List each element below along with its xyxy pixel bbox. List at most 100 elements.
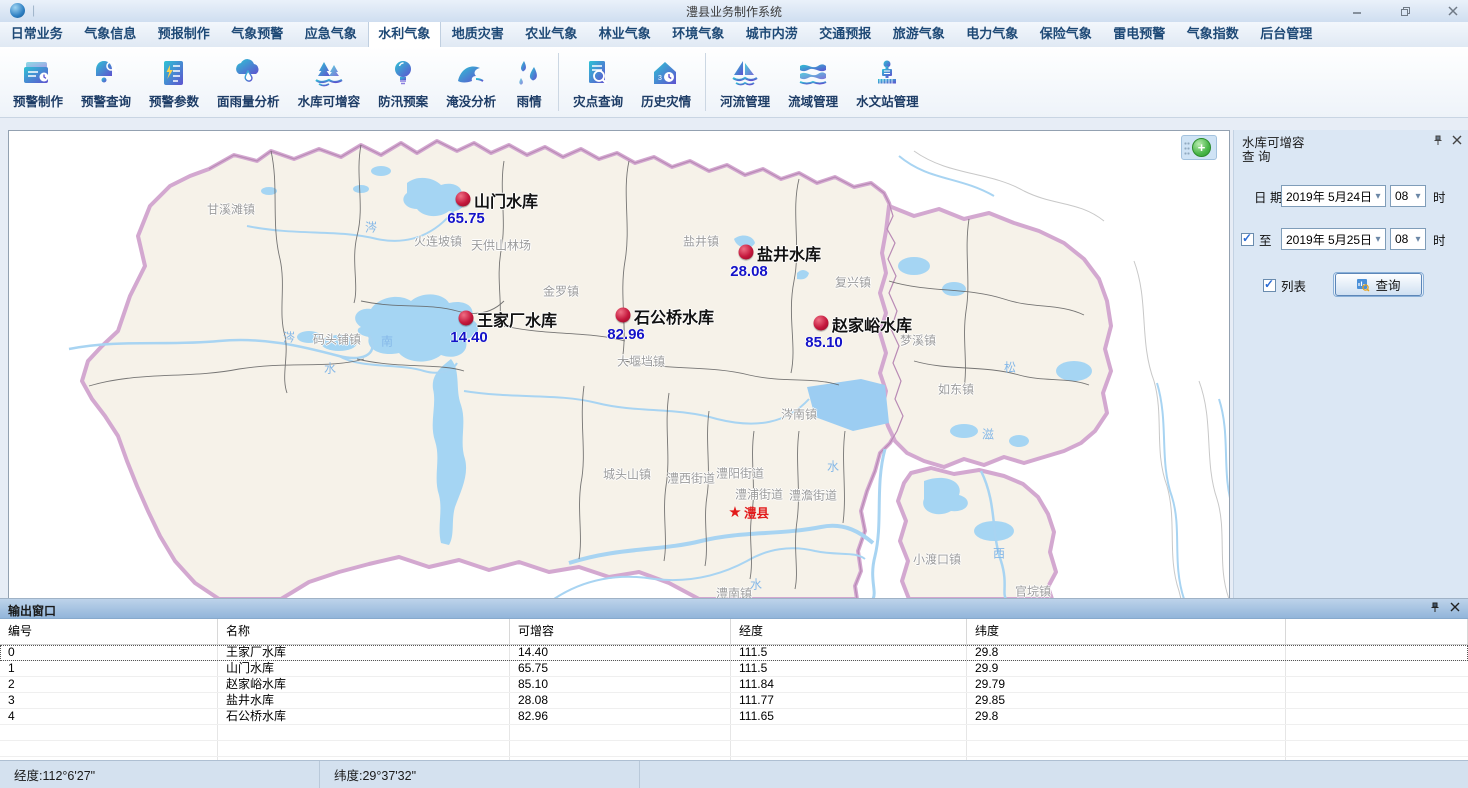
toolbar-sailboat[interactable]: 河流管理	[711, 50, 779, 114]
pin-icon[interactable]	[1432, 135, 1443, 146]
reservoir-marker[interactable]	[814, 316, 829, 331]
column-header[interactable]: 可增容	[510, 619, 731, 644]
column-header[interactable]: 纬度	[967, 619, 1286, 644]
list-checkbox[interactable]	[1263, 279, 1276, 292]
table-cell-filler	[1286, 677, 1468, 692]
table-cell-filler	[1286, 661, 1468, 676]
output-window-titlebar: 输出窗口	[0, 599, 1468, 619]
menu-item-16[interactable]: 气象指数	[1176, 22, 1250, 47]
date-from-select[interactable]: 2019年 5月24日 ▾	[1281, 185, 1386, 207]
menu-item-5[interactable]: 水利气象	[368, 22, 442, 47]
menu-item-12[interactable]: 旅游气象	[882, 22, 956, 47]
river-label: 水	[750, 576, 762, 593]
column-header[interactable]: 经度	[731, 619, 967, 644]
reservoir-value: 82.96	[607, 326, 645, 343]
close-icon[interactable]	[1452, 135, 1462, 146]
menu-item-7[interactable]: 农业气象	[515, 22, 589, 47]
menu-item-1[interactable]: 气象信息	[74, 22, 148, 47]
column-header[interactable]: 名称	[218, 619, 510, 644]
table-cell: 29.79	[967, 677, 1286, 692]
table-row[interactable]: 1山门水库65.75111.529.9	[0, 661, 1468, 677]
toolbar-label: 历史灾情	[641, 91, 691, 110]
menu-item-15[interactable]: 雷电预警	[1103, 22, 1177, 47]
table-row[interactable]: 4石公桥水库82.96111.6529.8	[0, 709, 1468, 725]
menu-item-6[interactable]: 地质灾害	[441, 22, 515, 47]
zoom-in-button[interactable]: +	[1192, 138, 1211, 157]
toolbar-doc-search[interactable]: 灾点查询	[564, 50, 632, 114]
toolbar-reservoir-trees[interactable]: 水库可增容	[289, 50, 370, 114]
date-label: 日 期	[1254, 187, 1282, 206]
toolbar-hydro-station[interactable]: 水文站管理	[847, 50, 928, 114]
toolbar-cloud-drop[interactable]: 面雨量分析	[208, 50, 289, 114]
menu-item-11[interactable]: 交通预报	[809, 22, 883, 47]
toolbar-label: 水库可增容	[298, 91, 361, 110]
table-cell: 85.10	[510, 677, 731, 692]
toolbar-label: 防汛预案	[378, 91, 428, 110]
close-icon[interactable]	[1450, 602, 1460, 613]
table-cell	[218, 725, 510, 740]
reservoir-marker[interactable]	[616, 308, 631, 323]
toolbar-label: 灾点查询	[573, 91, 623, 110]
table-empty-row	[0, 725, 1468, 741]
reservoir-marker[interactable]	[739, 245, 754, 260]
toolbar-alert-edit[interactable]: 预警制作	[4, 50, 72, 114]
map-toolbar: +	[1181, 135, 1217, 160]
menu-bar: 日常业务气象信息预报制作气象预警应急气象水利气象地质灾害农业气象林业气象环境气象…	[0, 22, 1468, 48]
output-table: 编号名称可增容经度纬度0王家厂水库14.40111.529.81山门水库65.7…	[0, 619, 1468, 773]
menu-item-2[interactable]: 预报制作	[147, 22, 221, 47]
toolbar-bell-search[interactable]: 预警查询	[72, 50, 140, 114]
toolbar-label: 水文站管理	[856, 91, 919, 110]
table-cell: 山门水库	[218, 661, 510, 676]
date-to-select[interactable]: 2019年 5月25日 ▾	[1281, 228, 1386, 250]
menu-item-4[interactable]: 应急气象	[294, 22, 368, 47]
close-icon[interactable]	[1444, 4, 1462, 18]
reservoir-capacity-query-panel: 水库可增容 查 询 日 期 2019年 5月24日 ▾ 08 ▾ 时	[1233, 130, 1468, 598]
toolbar-raindrops[interactable]: 雨情	[505, 50, 553, 114]
county-label: 澧县	[744, 503, 769, 522]
menu-item-3[interactable]: 气象预警	[221, 22, 295, 47]
to-label: 至	[1259, 230, 1272, 249]
table-cell: 王家厂水库	[218, 645, 510, 660]
toolbar-house-clock[interactable]: 3历史灾情	[632, 50, 700, 114]
table-row[interactable]: 2赵家峪水库85.10111.8429.79	[0, 677, 1468, 693]
hour-suffix-label: 时	[1433, 187, 1446, 206]
hydro-station-icon	[873, 54, 901, 88]
query-button[interactable]: 查询	[1333, 272, 1424, 297]
menu-item-17[interactable]: 后台管理	[1250, 22, 1324, 47]
toolbar-basin-waves[interactable]: 流域管理	[779, 50, 847, 114]
table-row[interactable]: 0王家厂水库14.40111.529.8	[0, 645, 1468, 661]
bell-search-icon	[90, 54, 122, 88]
table-cell: 4	[0, 709, 218, 724]
workspace: 甘溪滩镇火连坡镇天供山林场金罗镇盐井镇复兴镇梦溪镇码头铺镇大堰垱镇涔南镇如东镇城…	[0, 118, 1468, 598]
toolbar-wave[interactable]: 淹没分析	[437, 50, 505, 114]
county-star-icon: ★	[728, 503, 741, 521]
reservoir-marker[interactable]	[459, 311, 474, 326]
pin-icon[interactable]	[1429, 602, 1440, 613]
minimize-icon[interactable]	[1348, 4, 1366, 18]
river-label: 涔	[365, 219, 377, 236]
hour-from-select[interactable]: 08 ▾	[1390, 185, 1426, 207]
map-canvas[interactable]: 甘溪滩镇火连坡镇天供山林场金罗镇盐井镇复兴镇梦溪镇码头铺镇大堰垱镇涔南镇如东镇城…	[8, 130, 1230, 600]
menu-item-14[interactable]: 保险气象	[1029, 22, 1103, 47]
title-bar: | 澧县业务制作系统	[0, 0, 1468, 23]
hour-to-select[interactable]: 08 ▾	[1390, 228, 1426, 250]
town-label: 金罗镇	[543, 283, 579, 300]
column-header[interactable]: 编号	[0, 619, 218, 644]
table-row[interactable]: 3盐井水库28.08111.7729.85	[0, 693, 1468, 709]
table-cell: 29.8	[967, 645, 1286, 660]
menu-item-8[interactable]: 林业气象	[588, 22, 662, 47]
toolbar-bulb[interactable]: 防汛预案	[369, 50, 437, 114]
town-label: 甘溪滩镇	[207, 201, 255, 218]
basin-waves-icon	[796, 54, 830, 88]
menu-item-0[interactable]: 日常业务	[0, 22, 74, 47]
reservoir-marker[interactable]	[456, 192, 471, 207]
menu-item-9[interactable]: 环境气象	[662, 22, 736, 47]
toolbar-doc-lightning[interactable]: 预警参数	[140, 50, 208, 114]
menu-item-13[interactable]: 电力气象	[956, 22, 1030, 47]
menu-item-10[interactable]: 城市内涝	[735, 22, 809, 47]
to-checkbox[interactable]	[1241, 233, 1254, 246]
reservoir-name-label: 王家厂水库	[477, 307, 557, 331]
table-cell: 65.75	[510, 661, 731, 676]
chevron-down-icon: ▾	[1371, 191, 1385, 202]
restore-icon[interactable]	[1396, 4, 1414, 18]
